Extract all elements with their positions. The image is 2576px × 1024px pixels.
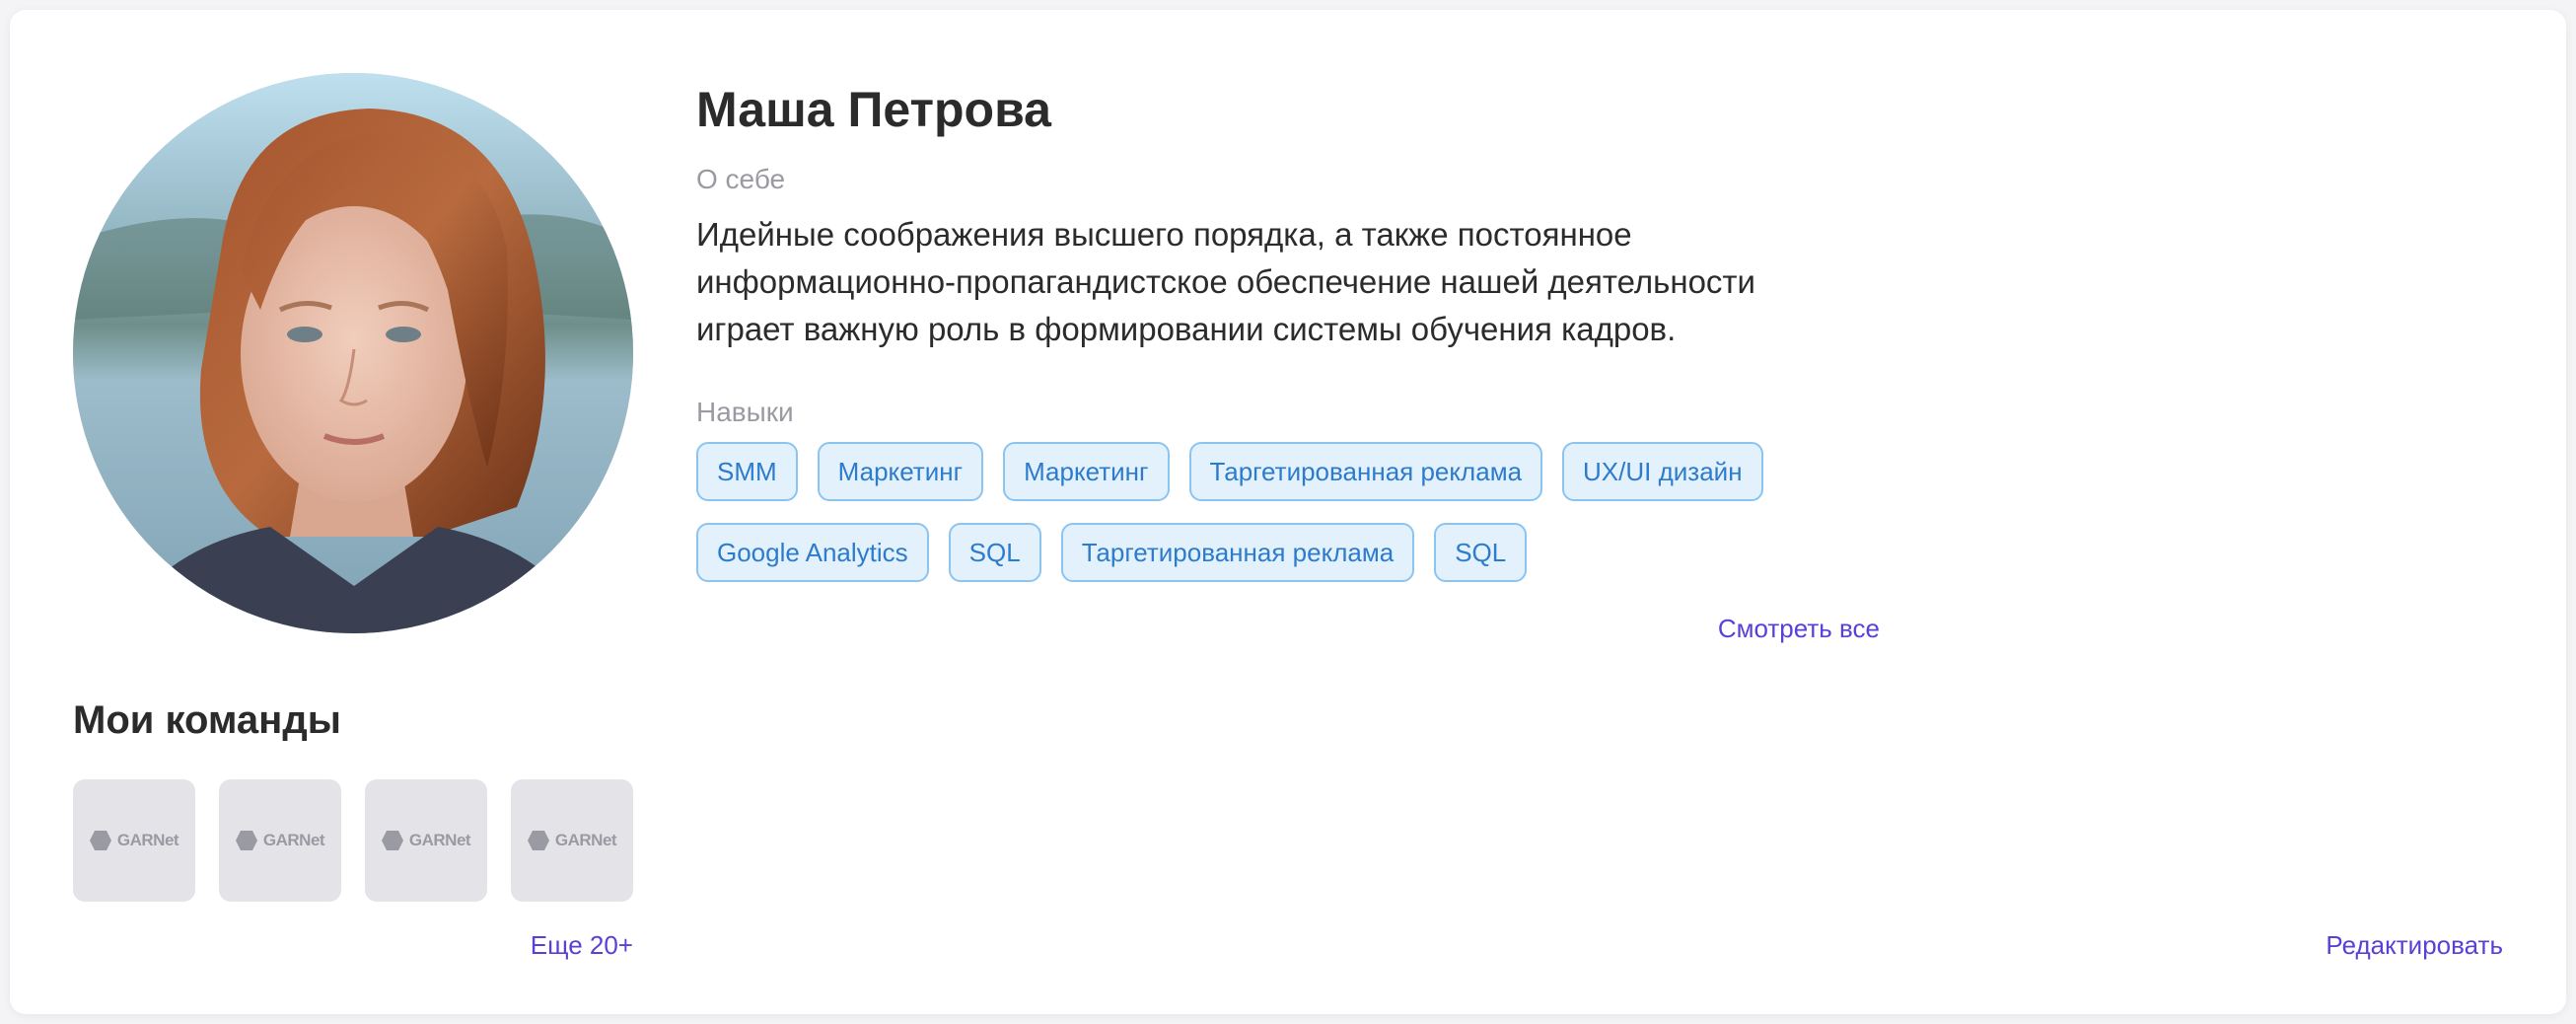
profile-name: Маша Петрова (696, 82, 1051, 137)
skill-chip[interactable]: Google Analytics (696, 523, 929, 582)
garnet-logo-icon (89, 831, 111, 850)
more-teams-link[interactable]: Еще 20+ (73, 930, 633, 961)
team-logo-text: GARNet (262, 831, 325, 849)
skill-chip[interactable]: Маркетинг (1003, 442, 1170, 501)
skill-chip[interactable]: SMM (696, 442, 798, 501)
garnet-logo-icon (381, 831, 403, 850)
team-logo-text: GARNet (554, 831, 617, 849)
team-tile[interactable]: GARNet (365, 779, 487, 902)
avatar (73, 73, 633, 633)
skills-label: Навыки (696, 397, 794, 427)
profile-card: Мои команды GARNet GARNet GARNet GARNet … (10, 10, 2566, 1014)
skill-chip[interactable]: UX/UI дизайн (1562, 442, 1763, 501)
see-all-skills-link[interactable]: Смотреть все (696, 614, 1880, 644)
skill-chip[interactable]: SQL (1434, 523, 1528, 582)
skill-chip[interactable]: Таргетированная реклама (1060, 523, 1415, 582)
garnet-logo-icon (527, 831, 549, 850)
team-tile[interactable]: GARNet (511, 779, 633, 902)
skill-chip[interactable]: SQL (948, 523, 1041, 582)
edit-profile-link[interactable]: Редактировать (2326, 930, 2503, 961)
garnet-logo-icon (235, 831, 257, 850)
skill-chip[interactable]: Таргетированная реклама (1188, 442, 1543, 501)
team-tile[interactable]: GARNet (219, 779, 341, 902)
skills-list: SMM Маркетинг Маркетинг Таргетированная … (696, 442, 1880, 582)
team-logo-text: GARNet (408, 831, 471, 849)
teams-title: Мои команды (73, 698, 341, 742)
team-logo-text: GARNet (116, 831, 179, 849)
skill-chip[interactable]: Маркетинг (817, 442, 984, 501)
about-text: Идейные соображения высшего порядка, а т… (696, 216, 1755, 347)
avatar-photo (73, 73, 633, 633)
teams-list: GARNet GARNet GARNet GARNet (73, 779, 633, 902)
about-label: О себе (696, 164, 786, 194)
team-tile[interactable]: GARNet (73, 779, 195, 902)
